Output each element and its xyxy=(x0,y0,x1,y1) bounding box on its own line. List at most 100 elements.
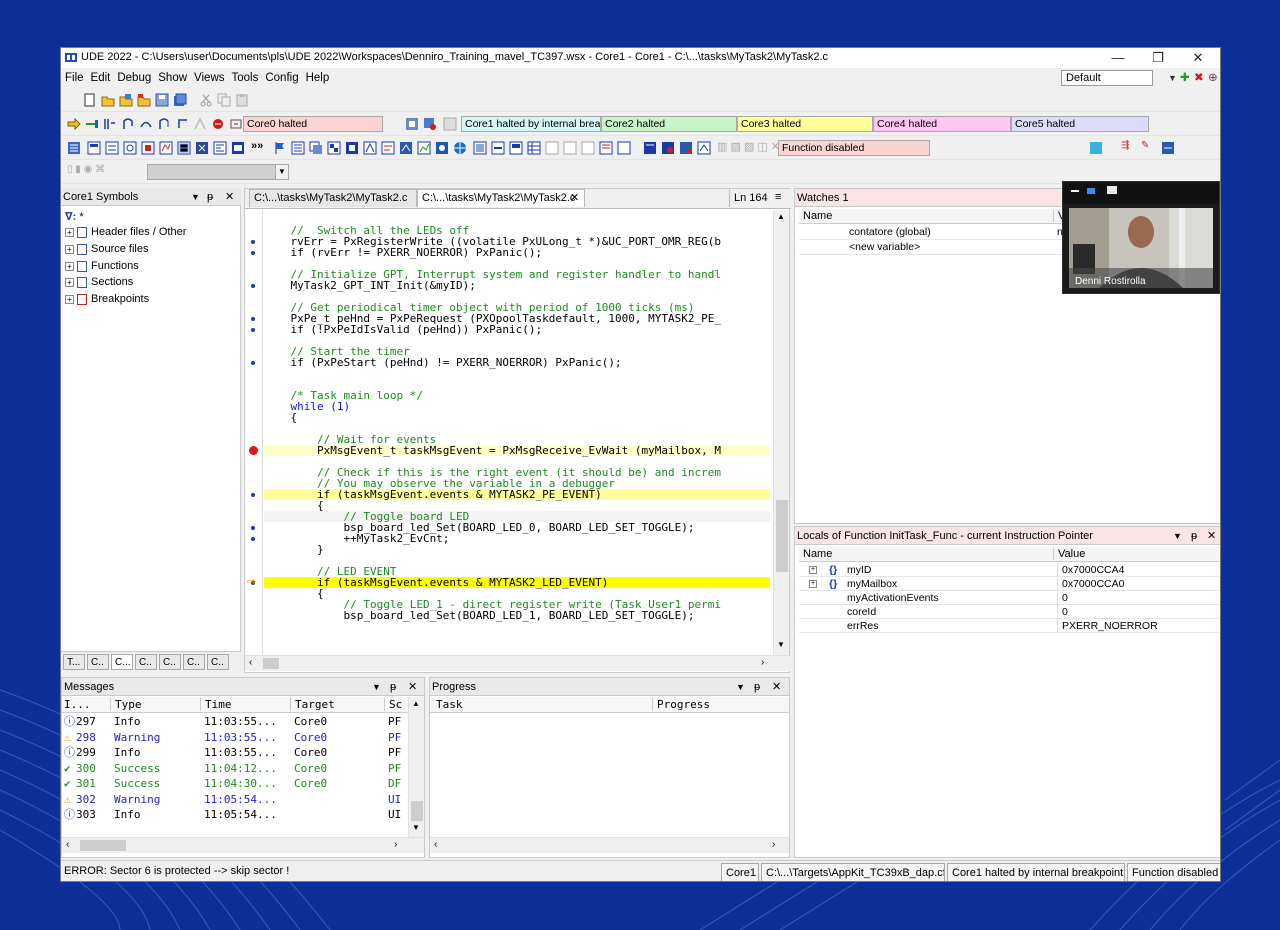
watches-col-name[interactable]: Name xyxy=(803,210,832,222)
code-line[interactable]: bsp_board_led_Set(BOARD_LED_1, BOARD_LED… xyxy=(264,610,770,621)
add-layout-icon[interactable]: ✚ xyxy=(1180,68,1190,88)
message-row[interactable]: ⓘ 297 Info 11:03:55... Core0 PF xyxy=(62,714,408,729)
expand-icon[interactable]: + xyxy=(65,227,74,237)
code-line-marker-icon[interactable] xyxy=(251,526,255,530)
table-view-icon[interactable] xyxy=(527,141,541,155)
menu-edit[interactable]: Edit xyxy=(91,68,111,88)
tree-functions[interactable]: + Functions xyxy=(65,258,139,274)
menu-config[interactable]: Config xyxy=(265,68,298,88)
globe-icon[interactable] xyxy=(453,141,467,155)
tree-breakpoints[interactable]: + Breakpoints xyxy=(65,291,149,307)
locals-view-icon[interactable] xyxy=(141,141,155,155)
view-options-icon[interactable] xyxy=(617,141,631,155)
delete-layout-icon[interactable]: ✖ xyxy=(1194,68,1204,88)
core-halt-icon[interactable] xyxy=(405,117,419,131)
scroll-up-icon[interactable]: ▲ xyxy=(777,212,785,221)
core-sync-icon[interactable] xyxy=(443,117,457,131)
step-into-icon[interactable] xyxy=(121,117,135,131)
messages-horizontal-scrollbar[interactable]: ‹ › xyxy=(62,837,424,853)
os-view-icon[interactable] xyxy=(195,141,209,155)
open-workspace-icon[interactable] xyxy=(119,93,133,107)
video-expand-icon[interactable] xyxy=(1107,186,1117,194)
panel-tab[interactable]: C.. xyxy=(207,654,229,670)
editor-gutter[interactable]: ⇨ xyxy=(245,210,263,655)
layout-selector[interactable]: Default xyxy=(1061,70,1153,86)
expand-icon[interactable]: + xyxy=(65,244,74,254)
col-source[interactable]: Sc xyxy=(384,698,402,711)
scroll-right-icon[interactable]: › xyxy=(772,839,775,850)
cache-view-icon[interactable] xyxy=(509,141,523,155)
menu-help[interactable]: Help xyxy=(306,68,330,88)
panel-tab[interactable]: C.. xyxy=(183,654,205,670)
code-line[interactable]: if (taskMsgEvent.events & MYTASK2_PE_EVE… xyxy=(264,489,770,500)
peripheral-view-icon[interactable] xyxy=(327,141,341,155)
memory-view-icon[interactable] xyxy=(67,141,81,155)
code-line[interactable]: if (!PxPeIdIsValid (peHnd)) PxPanic(); xyxy=(264,324,770,335)
editor-vertical-scrollbar[interactable]: ▲ ▼ xyxy=(773,210,789,655)
step-out-icon[interactable] xyxy=(157,117,171,131)
chart-view-icon[interactable] xyxy=(563,141,577,155)
code-line[interactable] xyxy=(264,368,770,379)
message-row[interactable]: ⓘ 299 Info 11:03:55... Core0 PF xyxy=(62,745,408,760)
code-line[interactable]: if (taskMsgEvent.events & MYTASK2_LED_EV… xyxy=(264,577,770,588)
compare-view-icon[interactable] xyxy=(545,141,559,155)
target-selector-field[interactable] xyxy=(147,164,277,180)
callstack-view-icon[interactable] xyxy=(309,141,323,155)
stack-view-icon[interactable] xyxy=(599,141,613,155)
save-icon[interactable] xyxy=(155,93,169,107)
col-progress[interactable]: Progress xyxy=(652,698,710,711)
code-line-marker-icon[interactable] xyxy=(251,361,255,365)
code-line-marker-icon[interactable] xyxy=(251,317,255,321)
trace-red-icon[interactable]: ⇶ xyxy=(1121,140,1129,151)
scroll-left-icon[interactable]: ‹ xyxy=(66,839,69,850)
local-variable-row[interactable]: + {} myID 0x7000CCA4 xyxy=(799,563,1219,577)
local-variable-row[interactable]: myActivationEvents 0 xyxy=(799,591,1219,605)
message-row[interactable]: ⚠ 302 Warning 11:05:54... UI xyxy=(62,792,408,807)
local-variable-row[interactable]: coreId 0 xyxy=(799,605,1219,619)
col-target[interactable]: Target xyxy=(290,698,335,711)
reset-icon[interactable] xyxy=(229,117,243,131)
trace-export-icon[interactable] xyxy=(1161,141,1175,155)
func-green-icon[interactable] xyxy=(1089,141,1103,155)
func-analyze-icon[interactable] xyxy=(697,141,711,155)
list-view-icon[interactable] xyxy=(581,141,595,155)
run-arrow-icon[interactable] xyxy=(67,117,81,131)
panel-tab[interactable]: C.. xyxy=(135,654,157,670)
code-line-marker-icon[interactable] xyxy=(251,240,255,244)
message-row[interactable]: ✔ 300 Success 11:04:12... Core0 PF xyxy=(62,761,408,776)
scroll-down-icon[interactable]: ▼ xyxy=(412,823,420,832)
func-trace-icon[interactable] xyxy=(643,141,657,155)
trace-edit-icon[interactable]: ✎ xyxy=(1141,140,1149,151)
scroll-right-icon[interactable]: › xyxy=(761,657,764,668)
col-task[interactable]: Task xyxy=(436,698,463,711)
minimize-button[interactable]: — xyxy=(1103,49,1133,67)
memory-map-icon[interactable] xyxy=(473,141,487,155)
pin-icon[interactable]: ᵽ xyxy=(754,678,760,696)
panel-menu-arrow-icon[interactable]: ▼ xyxy=(736,678,745,696)
tab-close-icon[interactable]: ✕ xyxy=(570,191,579,204)
menu-file[interactable]: File xyxy=(65,68,84,88)
trace-view-icon[interactable] xyxy=(159,141,173,155)
breakpoint-toggle-icon[interactable] xyxy=(211,117,225,131)
scroll-down-icon[interactable]: ▼ xyxy=(777,640,785,649)
register-view-icon[interactable] xyxy=(87,141,101,155)
panel-close-icon[interactable]: ✕ xyxy=(408,678,417,696)
step-over-icon[interactable] xyxy=(139,117,153,131)
copy-icon[interactable] xyxy=(217,93,231,107)
col-type[interactable]: Type xyxy=(110,698,142,711)
panel-close-icon[interactable]: ✕ xyxy=(1207,527,1216,545)
scroll-left-icon[interactable]: ‹ xyxy=(249,657,252,668)
col-time[interactable]: Time xyxy=(200,698,232,711)
menu-tools[interactable]: Tools xyxy=(232,68,259,88)
code-line-marker-icon[interactable] xyxy=(251,284,255,288)
tree-sections[interactable]: + Sections xyxy=(65,274,133,290)
panel-menu-arrow-icon[interactable]: ▼ xyxy=(1173,527,1182,545)
goto-line-icon[interactable] xyxy=(85,117,99,131)
save-all-icon[interactable] xyxy=(173,93,187,107)
messages-vertical-scrollbar[interactable]: ▲ ▼ xyxy=(408,697,424,837)
tab-list-icon[interactable]: ≡ xyxy=(775,191,781,203)
panel-menu-arrow-icon[interactable]: ▼ xyxy=(372,678,381,696)
local-variable-row[interactable]: + {} myMailbox 0x7000CCA0 xyxy=(799,577,1219,591)
code-line-marker-icon[interactable] xyxy=(251,493,255,497)
func-profile-icon[interactable] xyxy=(661,141,675,155)
